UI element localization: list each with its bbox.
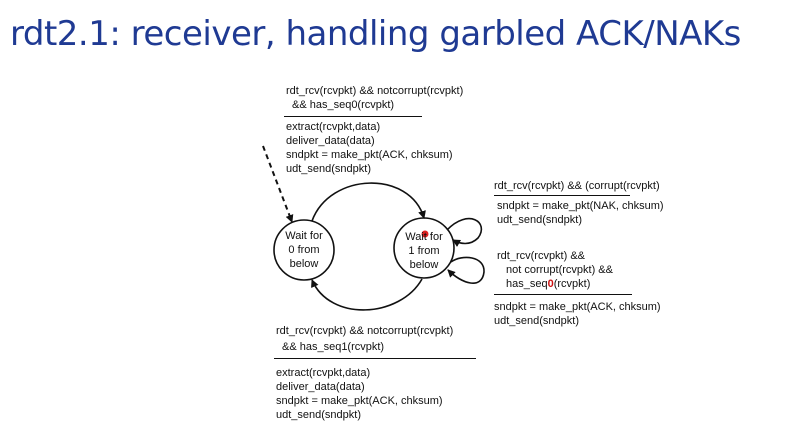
top-event-line-1: rdt_rcv(rcvpkt) && notcorrupt(rcvpkt) <box>286 85 464 97</box>
bottom-divider <box>274 358 476 359</box>
corrupt-action: sndpkt = make_pkt(NAK, chksum) <box>497 200 664 212</box>
dup-divider <box>494 294 632 295</box>
bottom-event-line-2: && has_seq1(rcvpkt) <box>282 341 385 353</box>
state-line: Wait for <box>285 230 323 242</box>
top-action: sndpkt = make_pkt(ACK, chksum) <box>286 149 453 161</box>
dup-event-prefix: has_seq <box>506 278 548 290</box>
top-action: udt_send(sndpkt) <box>286 163 371 175</box>
top-event-line-2: && has_seq0(rcvpkt) <box>292 99 395 111</box>
bottom-event-line-1: rdt_rcv(rcvpkt) && notcorrupt(rcvpkt) <box>276 325 454 337</box>
state-line: 1 from <box>408 245 440 257</box>
dup-event-suffix: (rcvpkt) <box>553 278 591 290</box>
state-line: below <box>289 258 319 270</box>
bottom-action: udt_send(sndpkt) <box>276 409 361 421</box>
dup-event-line-1: rdt_rcv(rcvpkt) && <box>497 250 586 262</box>
corrupt-event: rdt_rcv(rcvpkt) && (corrupt(rcvpkt) <box>494 180 660 192</box>
fsm-diagram <box>262 145 485 311</box>
dup-action: udt_send(sndpkt) <box>494 315 579 327</box>
transition-1-to-0-arrow <box>311 278 423 311</box>
bottom-action: extract(rcvpkt,data) <box>276 367 371 379</box>
corrupt-action: udt_send(sndpkt) <box>497 214 582 226</box>
transition-0-to-1-arrow <box>311 182 426 222</box>
dup-event-line-2: not corrupt(rcvpkt) && <box>506 264 613 276</box>
bottom-action: deliver_data(data) <box>276 381 365 393</box>
top-divider <box>284 116 422 117</box>
bottom-action: sndpkt = make_pkt(ACK, chksum) <box>276 395 443 407</box>
state-line: below <box>409 259 439 271</box>
top-action: deliver_data(data) <box>286 135 375 147</box>
state-wait-for-1-label: Wait for 1 from below <box>394 230 454 272</box>
dup-event-line-3: has_seq0(rcvpkt) <box>506 277 590 291</box>
dup-action: sndpkt = make_pkt(ACK, chksum) <box>494 301 661 313</box>
state-line: Wait for <box>405 231 443 243</box>
state-line: 0 from <box>288 244 320 256</box>
state-wait-for-0-label: Wait for 0 from below <box>274 229 334 271</box>
top-action: extract(rcvpkt,data) <box>286 121 381 133</box>
corrupt-divider <box>494 195 630 196</box>
